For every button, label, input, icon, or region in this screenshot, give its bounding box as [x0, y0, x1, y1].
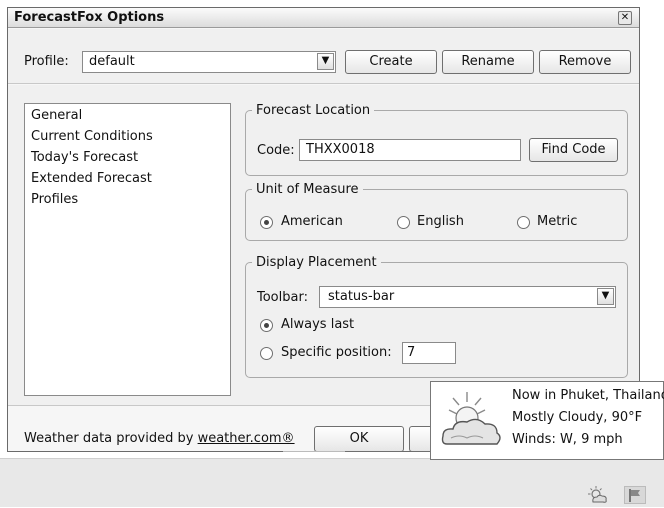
position-value: 7 — [407, 345, 416, 360]
rename-button[interactable]: Rename — [442, 50, 534, 74]
toolbar-label: Toolbar: — [257, 290, 308, 305]
cloudy-weather-icon — [437, 390, 507, 452]
profile-select[interactable]: default — [82, 51, 336, 73]
english-label: English — [417, 214, 464, 229]
specific-position-label: Specific position: — [281, 345, 392, 360]
chevron-down-icon[interactable]: ▼ — [597, 288, 614, 305]
list-item-extended-forecast[interactable]: Extended Forecast — [31, 171, 152, 186]
weather-popup: Now in Phuket, Thailand Mostly Cloudy, 9… — [430, 381, 664, 460]
english-radio[interactable] — [397, 216, 410, 229]
always-last-radio[interactable] — [260, 319, 273, 332]
metric-radio[interactable] — [517, 216, 530, 229]
list-item-current-conditions[interactable]: Current Conditions — [31, 129, 153, 144]
metric-label: Metric — [537, 214, 578, 229]
find-code-button[interactable]: Find Code — [529, 138, 618, 162]
american-label: American — [281, 214, 343, 229]
code-label: Code: — [257, 143, 295, 158]
code-value: THXX0018 — [306, 142, 375, 157]
list-item-todays-forecast[interactable]: Today's Forecast — [31, 150, 138, 165]
provided-by-text: Weather data provided by weather.com® — [24, 431, 295, 446]
flag-icon[interactable] — [624, 486, 646, 504]
popup-winds: Winds: W, 9 mph — [512, 432, 623, 447]
close-icon[interactable]: ✕ — [618, 11, 632, 25]
weather-status-icon[interactable] — [588, 486, 608, 504]
position-input[interactable]: 7 — [402, 342, 456, 364]
list-item-general[interactable]: General — [31, 108, 82, 123]
provided-by-label: Weather data provided by — [24, 431, 194, 446]
toolbar-select[interactable]: status-bar — [319, 286, 616, 308]
background-window-edge — [283, 445, 345, 452]
title-bar[interactable]: ForecastFox Options ✕ — [8, 8, 639, 28]
american-radio[interactable] — [260, 216, 273, 229]
window-title: ForecastFox Options — [14, 10, 165, 25]
specific-position-radio[interactable] — [260, 347, 273, 360]
forecast-location-legend: Forecast Location — [256, 103, 371, 118]
profile-value: default — [89, 54, 135, 69]
always-last-label: Always last — [281, 317, 355, 332]
remove-button[interactable]: Remove — [539, 50, 631, 74]
create-button[interactable]: Create — [345, 50, 437, 74]
status-bar — [0, 458, 664, 507]
popup-location: Now in Phuket, Thailand — [512, 388, 664, 403]
unit-of-measure-legend: Unit of Measure — [256, 182, 359, 197]
category-list: General Current Conditions Today's Forec… — [24, 103, 231, 396]
chevron-down-icon[interactable]: ▼ — [317, 53, 334, 70]
code-input[interactable]: THXX0018 — [299, 139, 521, 161]
list-item-profiles[interactable]: Profiles — [31, 192, 78, 207]
popup-conditions: Mostly Cloudy, 90°F — [512, 410, 643, 425]
weather-com-link[interactable]: weather.com® — [198, 431, 295, 446]
toolbar-value: status-bar — [328, 289, 395, 304]
profile-label: Profile: — [24, 54, 69, 69]
unit-of-measure-group: Unit of Measure — [245, 182, 628, 241]
display-placement-legend: Display Placement — [256, 255, 377, 270]
